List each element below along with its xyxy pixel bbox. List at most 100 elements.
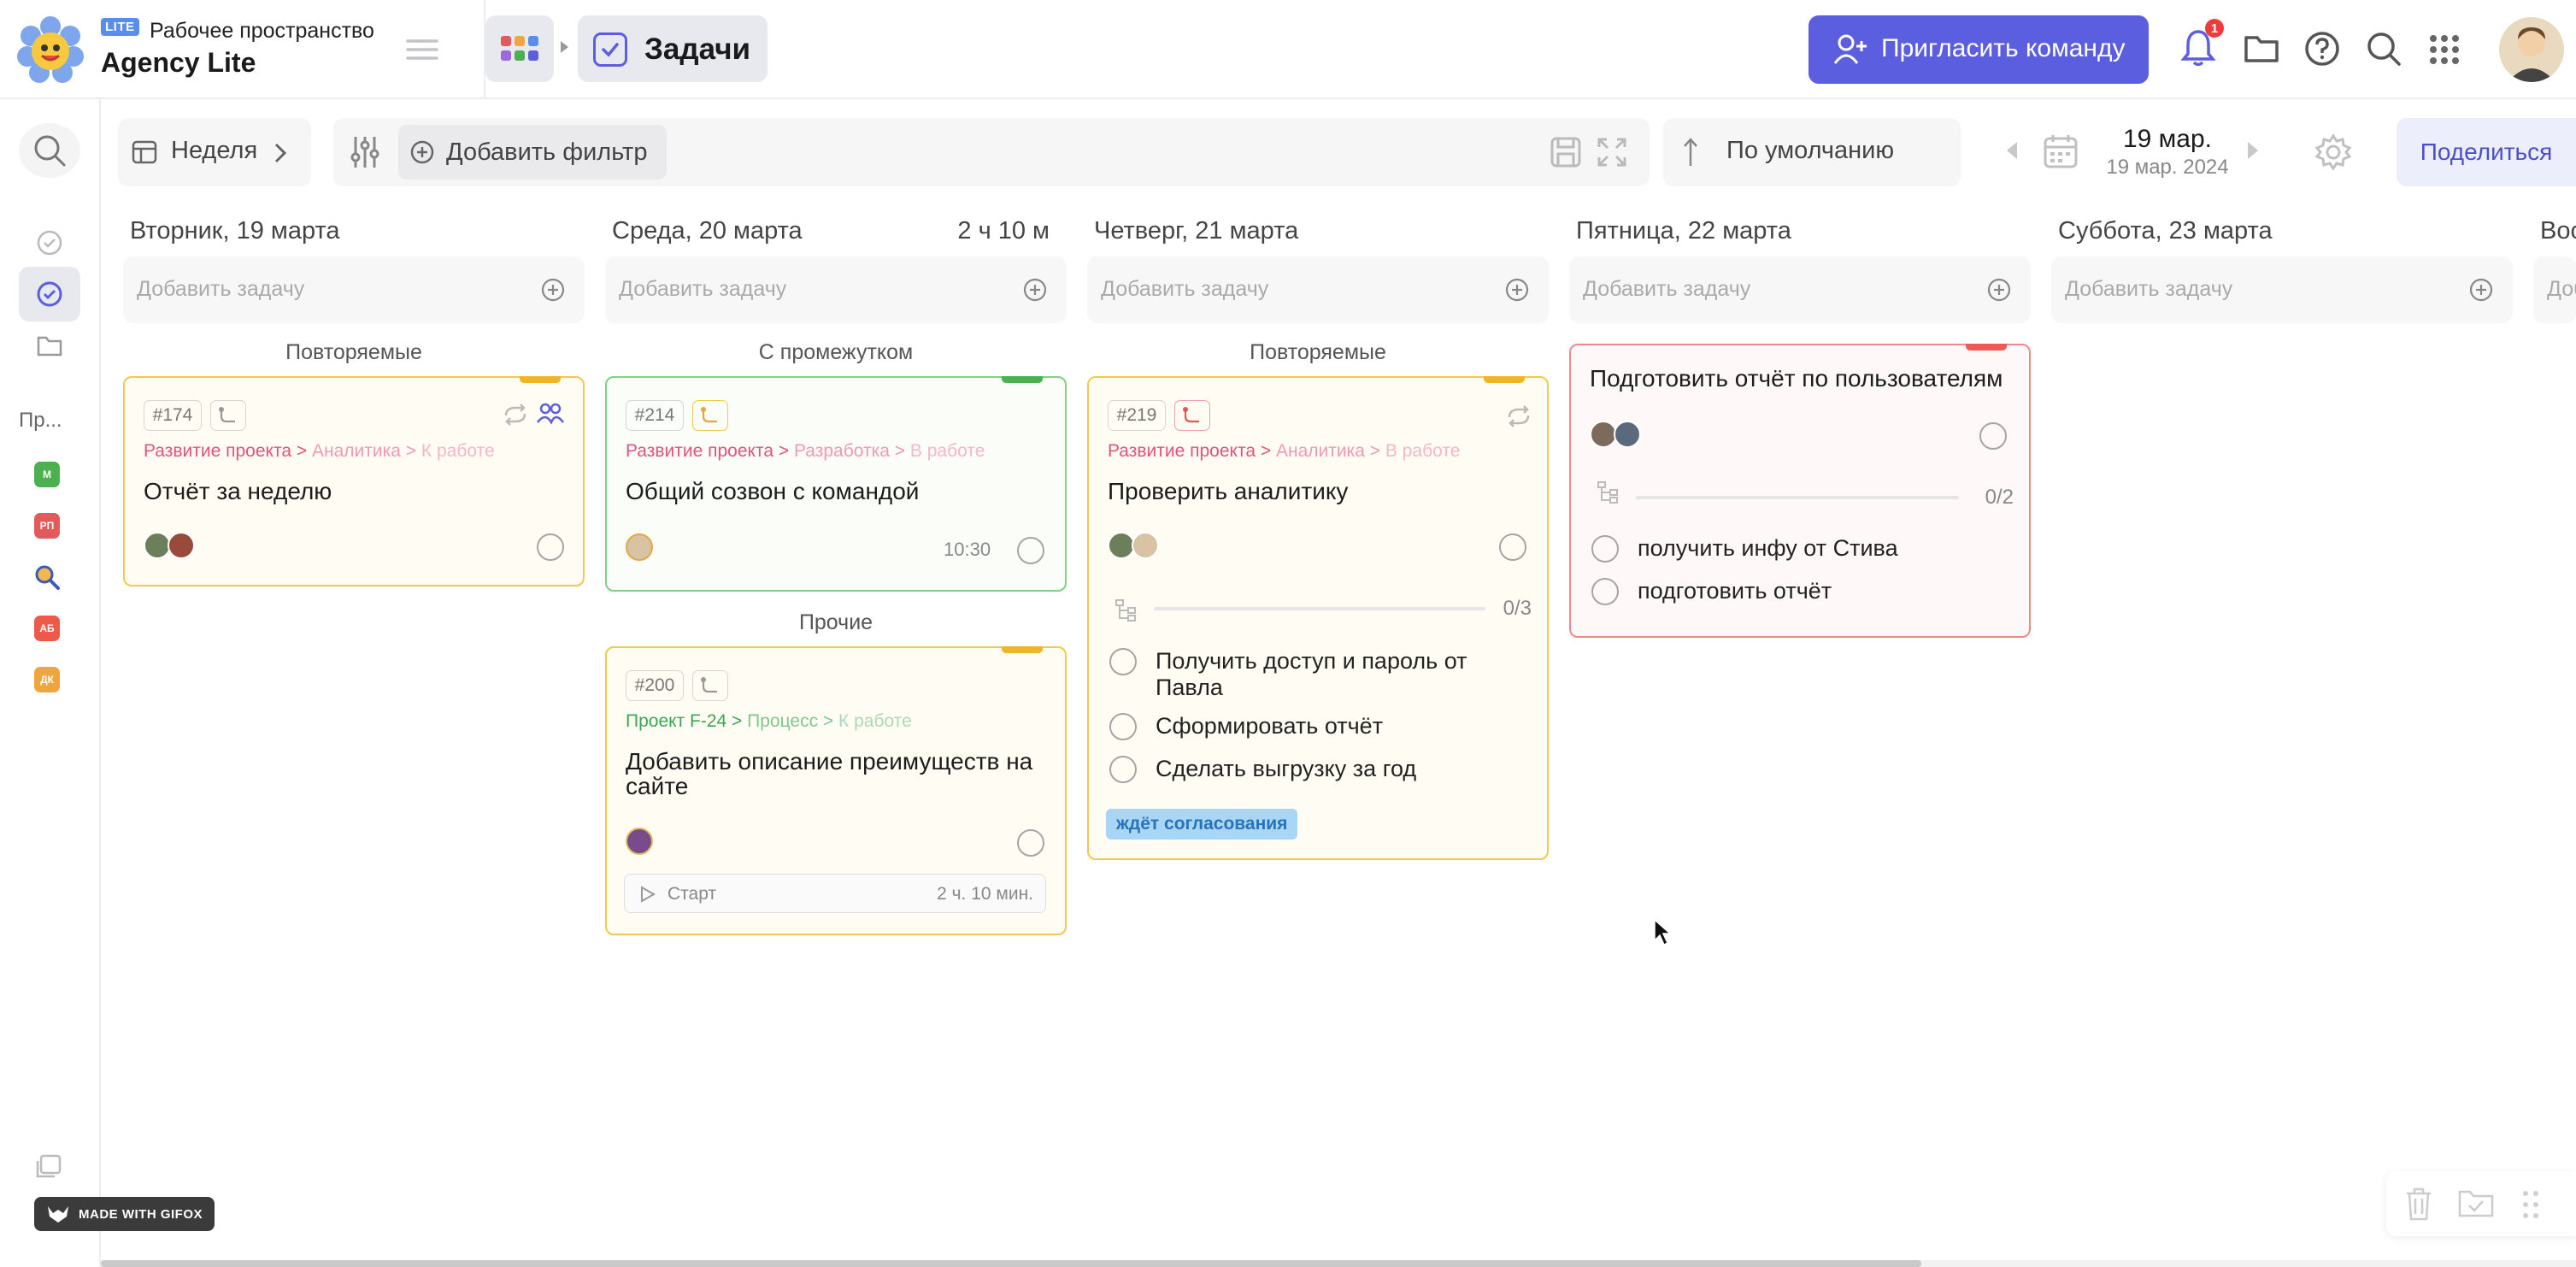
calendar-icon[interactable] [2043,133,2079,169]
prev-date-icon[interactable] [2007,142,2017,159]
add-task-plus-icon[interactable] [2468,277,2494,303]
crumb-project[interactable]: Развитие проекта [1108,441,1256,461]
sidebar-project-2[interactable] [34,564,60,590]
subtask-checkbox[interactable] [1591,578,1619,605]
apps-dots-icon[interactable] [2426,31,2463,68]
subtask-checkbox[interactable] [1591,535,1619,563]
crumb-status[interactable]: В работе [1385,441,1461,461]
task-title[interactable]: Добавить описание преимуществ на сайте [626,749,1044,799]
assignees[interactable] [144,530,203,564]
filter-settings-icon[interactable] [349,135,381,169]
add-task-input[interactable]: Добавить задачу [2051,256,2513,323]
crumb-status[interactable]: К работе [421,441,495,461]
expand-icon[interactable] [1597,137,1627,168]
complete-checkbox[interactable] [1017,829,1044,857]
share-button[interactable]: Поделиться [2397,118,2576,186]
subtask-link-icon[interactable] [692,400,728,431]
crumb-board[interactable]: Аналитика [312,441,401,461]
task-card-174[interactable]: #174 Развитие проекта > Аналитика > К ра… [123,376,585,586]
subtask-label[interactable]: Сформировать отчёт [1156,713,1383,740]
crumb-project[interactable]: Проект F-24 [626,711,726,731]
save-icon[interactable] [1550,137,1581,168]
section-tasks-tab[interactable]: Задачи [578,15,768,82]
help-icon[interactable] [2303,29,2342,68]
subtask-link-icon[interactable] [1174,400,1210,431]
subtask-link-icon[interactable] [210,400,246,431]
drag-handle-icon[interactable] [2521,1190,2540,1219]
task-card-214[interactable]: #214 Развитие проекта > Разработка > В р… [605,376,1067,592]
task-breadcrumb[interactable]: Развитие проекта > Аналитика > К работе [144,441,495,462]
crumb-status[interactable]: В работе [910,441,985,461]
sort-selector[interactable]: По умолчанию [1663,118,1961,186]
task-card-219[interactable]: #219 Развитие проекта > Аналитика > В ра… [1087,376,1549,860]
subtask-checkbox[interactable] [1109,756,1137,783]
task-breadcrumb[interactable]: Проект F-24 > Процесс > К работе [626,711,912,732]
add-task-plus-icon[interactable] [540,277,566,303]
app-logo[interactable] [15,15,85,85]
menu-icon[interactable] [402,34,443,65]
sidebar-search-button[interactable] [19,123,80,178]
task-title[interactable]: Отчёт за неделю [144,479,332,504]
task-card-reports[interactable]: Подготовить отчёт по пользователям 0/2 п… [1569,344,2031,638]
crumb-project[interactable]: Развитие проекта [626,441,773,461]
user-avatar[interactable] [2499,17,2564,82]
crumb-board[interactable]: Аналитика [1276,441,1365,461]
sidebar-project-4[interactable]: ДК [34,667,60,692]
current-date[interactable]: 19 мар. [2099,125,2236,154]
folder-icon[interactable] [2241,29,2282,67]
sidebar-item-tasks[interactable] [19,267,80,321]
workspace-name[interactable]: Agency Lite [101,47,256,79]
scrollbar-thumb[interactable] [101,1260,1921,1267]
status-badge[interactable]: ждёт согласования [1106,809,1298,840]
subtask-link-icon[interactable] [692,670,728,701]
sidebar-project-3[interactable]: АБ [34,616,60,641]
search-icon[interactable] [2364,29,2403,68]
sidebar-item-files[interactable] [19,318,80,373]
task-id-tag[interactable]: #174 [144,400,202,431]
crumb-board[interactable]: Разработка [794,441,890,461]
play-icon[interactable] [640,886,656,903]
avatar[interactable] [626,828,653,855]
complete-checkbox[interactable] [1017,537,1044,564]
add-task-input[interactable]: Добавить задачу [1087,256,1549,323]
sidebar-collapse-icon[interactable] [34,1152,63,1180]
add-task-input[interactable]: Добавить задачу [1569,256,2031,323]
task-id-tag[interactable]: #200 [626,670,684,701]
task-title[interactable]: Общий созвон с командой [626,479,919,504]
add-task-plus-icon[interactable] [1022,277,1048,303]
add-filter-button[interactable]: Добавить фильтр [398,125,667,180]
task-card-200[interactable]: #200 Проект F-24 > Процесс > К работе До… [605,646,1067,935]
next-date-icon[interactable] [2248,142,2258,159]
crumb-board[interactable]: Процесс [747,711,818,731]
add-task-plus-icon[interactable] [1504,277,1530,303]
task-breadcrumb[interactable]: Развитие проекта > Аналитика > В работе [1108,441,1460,462]
assignees[interactable] [1108,530,1167,564]
sidebar-item-completed[interactable] [19,215,80,270]
subtask-label[interactable]: Сделать выгрузку за год [1156,756,1416,782]
subtask-checkbox[interactable] [1109,713,1137,740]
crumb-project[interactable]: Развитие проекта [144,441,291,461]
complete-checkbox[interactable] [537,533,564,561]
add-task-input[interactable]: Добавить задачу [605,256,1067,323]
subtask-label[interactable]: получить инфу от Стива [1638,535,1898,562]
subtask-checkbox[interactable] [1109,648,1137,675]
invite-team-button[interactable]: Пригласить команду [1808,15,2149,84]
add-task-plus-icon[interactable] [1986,277,2012,303]
task-id-tag[interactable]: #219 [1108,400,1166,431]
add-task-input[interactable]: Добавить задачу [123,256,585,323]
assignees[interactable] [1590,419,1650,453]
sidebar-project-0[interactable]: М [34,462,60,487]
add-task-input[interactable]: Добавить задачу [2533,256,2576,323]
task-id-tag[interactable]: #214 [626,400,684,431]
avatar[interactable] [626,533,653,561]
task-breadcrumb[interactable]: Развитие проекта > Разработка > В работе [626,441,985,462]
settings-gear-icon[interactable] [2314,133,2352,171]
sidebar-project-1[interactable]: РП [34,513,60,539]
subtask-label[interactable]: Получить доступ и пароль от Павла [1156,648,1523,701]
horizontal-scrollbar[interactable] [101,1260,2576,1267]
trash-icon[interactable] [2405,1187,2432,1221]
subtask-label[interactable]: подготовить отчёт [1638,578,1832,604]
task-title[interactable]: Проверить аналитику [1108,479,1348,504]
complete-checkbox[interactable] [1979,422,2007,450]
crumb-status[interactable]: К работе [838,711,912,731]
